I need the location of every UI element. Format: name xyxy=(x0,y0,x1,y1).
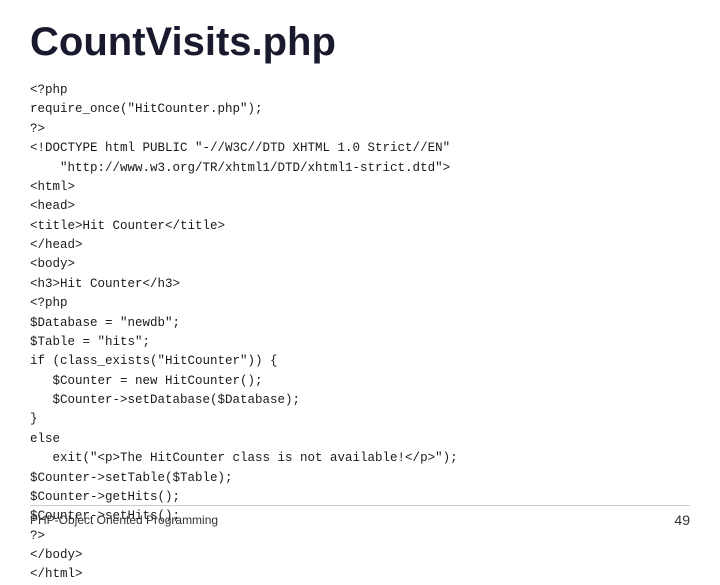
footer-left-label: PHP-Object Oriented Programming xyxy=(30,513,218,527)
footer-page-number: 49 xyxy=(674,512,690,528)
slide-container: CountVisits.php <?php require_once("HitC… xyxy=(0,0,720,540)
slide-title: CountVisits.php xyxy=(30,20,690,65)
footer: PHP-Object Oriented Programming 49 xyxy=(30,505,690,528)
